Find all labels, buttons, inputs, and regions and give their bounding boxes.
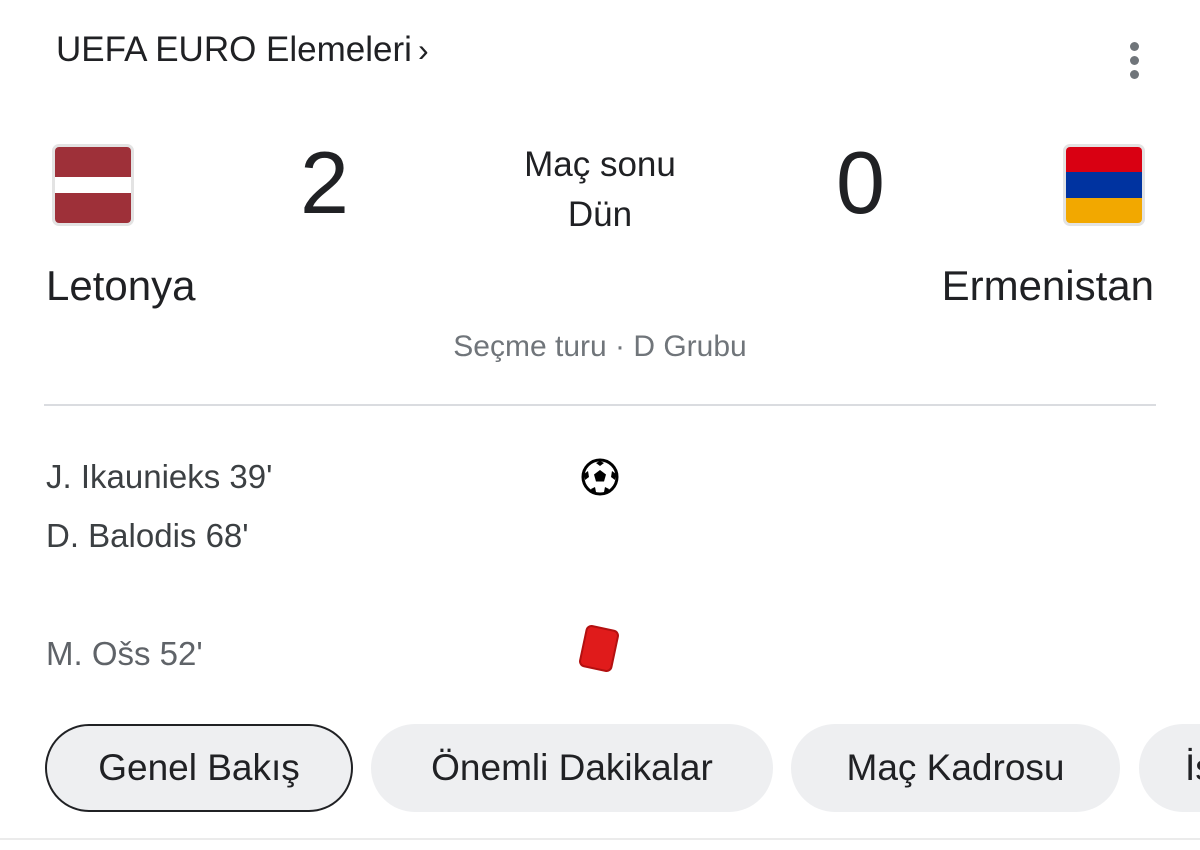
red-card-icon bbox=[577, 623, 621, 674]
tab-bar: Genel Bakış Önemli Dakikalar Maç Kadrosu… bbox=[0, 724, 1200, 816]
divider bbox=[44, 404, 1156, 406]
tab-overview[interactable]: Genel Bakış bbox=[45, 724, 353, 812]
away-score: 0 bbox=[836, 133, 885, 232]
red-card-event: M. Ošs 52' bbox=[46, 635, 203, 672]
tab-key-moments[interactable]: Önemli Dakikalar bbox=[371, 724, 773, 812]
armenia-flag-icon bbox=[1063, 144, 1145, 226]
match-status: Maç sonu Dün bbox=[480, 140, 720, 240]
league-title: UEFA EURO Elemeleri bbox=[56, 30, 412, 69]
goal-event: J. Ikaunieks 39' bbox=[46, 458, 273, 495]
match-round: Seçme turu · D Grubu bbox=[453, 330, 747, 363]
soccer-ball-icon bbox=[581, 458, 619, 496]
chevron-right-icon: › bbox=[417, 31, 429, 68]
league-link[interactable]: UEFA EURO Elemeleri › bbox=[56, 30, 429, 70]
status-text: Maç sonu bbox=[524, 145, 676, 184]
home-team-name[interactable]: Letonya bbox=[46, 262, 195, 310]
more-vert-icon[interactable] bbox=[1118, 42, 1152, 82]
latvia-flag-icon bbox=[52, 144, 134, 226]
tab-stats[interactable]: İs bbox=[1139, 724, 1200, 812]
bottom-divider bbox=[0, 838, 1200, 840]
home-score: 2 bbox=[300, 133, 349, 232]
goal-event: D. Balodis 68' bbox=[46, 517, 249, 554]
tab-lineups[interactable]: Maç Kadrosu bbox=[791, 724, 1120, 812]
away-team-name[interactable]: Ermenistan bbox=[942, 262, 1154, 310]
match-date: Dün bbox=[567, 195, 633, 234]
